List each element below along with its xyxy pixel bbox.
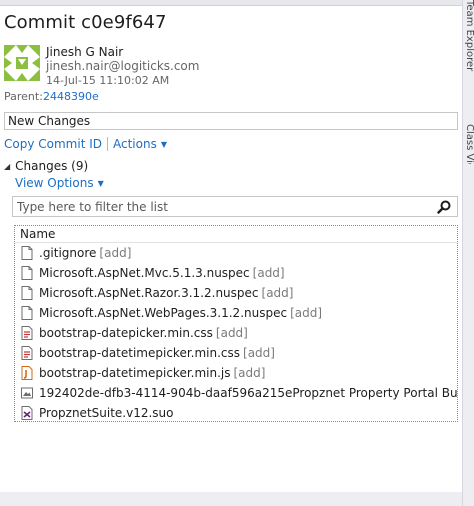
file-icon [21,306,33,320]
image-file-icon [21,386,33,400]
copy-commit-id-link[interactable]: Copy Commit ID [4,137,102,151]
change-type-tag: [add] [243,346,275,360]
actions-separator [107,137,108,151]
file-icon [21,246,33,260]
file-name: bootstrap-datepicker.min.css [39,326,213,340]
commit-message-field[interactable]: New Changes [4,112,458,130]
file-row[interactable]: PropznetSuite.v12.suo [15,403,457,423]
actions-menu-link[interactable]: Actions ▼ [113,137,167,151]
author-email: jinesh.nair@logiticks.com [46,59,200,73]
column-header-name[interactable]: Name [15,226,457,243]
view-options-menu[interactable]: View Options ▼ [15,176,104,190]
file-name: 192402de-dfb3-4114-904b-daaf596a215eProp… [39,386,457,400]
file-row[interactable]: bootstrap-datepicker.min.css [add] [15,323,457,343]
chevron-down-icon: ▼ [97,178,104,188]
css-file-icon [21,326,33,340]
page-title: Commit c0e9f647 [4,12,167,33]
file-name: Microsoft.AspNet.Mvc.5.1.3.nuspec [39,266,250,280]
change-type-tag: [add] [99,246,132,260]
collapse-triangle-icon[interactable]: ◢ [4,162,10,171]
author-name: Jinesh G Nair [46,45,124,59]
changes-count-label: Changes (9) [15,159,89,173]
change-type-tag: [add] [261,286,294,300]
file-name: Microsoft.AspNet.WebPages.3.1.2.nuspec [39,306,288,320]
file-name: Microsoft.AspNet.Razor.3.1.2.nuspec [39,286,259,300]
commit-date: 14-Jul-15 11:10:02 AM [46,74,170,87]
changed-files-list[interactable]: Name .gitignore [add] Microsoft.AspNet.Mvc… [14,225,458,422]
change-type-tag: [add] [215,326,248,340]
file-icon [21,286,33,300]
avatar [4,45,40,81]
file-row[interactable]: .gitignore [add] [15,243,457,263]
file-rows: .gitignore [add] Microsoft.AspNet.Mvc.5.1.… [15,243,457,423]
file-row[interactable]: Microsoft.AspNet.Mvc.5.1.3.nuspec [add] [15,263,457,283]
file-row[interactable]: bootstrap-datetimepicker.min.css [add] [15,343,457,363]
file-name: PropznetSuite.v12.suo [39,406,174,420]
file-row[interactable]: Microsoft.AspNet.WebPages.3.1.2.nuspec [a… [15,303,457,323]
file-row[interactable]: 192402de-dfb3-4114-904b-daaf596a215eProp… [15,383,457,403]
commit-actions-bar: Copy Commit ID Actions ▼ [4,136,167,152]
change-type-tag: [add] [290,306,323,320]
file-row[interactable]: Microsoft.AspNet.Razor.3.1.2.nuspec [add] [15,283,457,303]
side-tab-team-explorer[interactable]: Team Explorer [464,0,474,120]
css-file-icon [21,346,33,360]
filter-box [12,196,458,217]
filter-input[interactable] [13,197,413,216]
bottom-gutter [0,492,474,506]
side-tab-class-view[interactable]: Class View [464,124,474,164]
change-type-tag: [add] [252,266,285,280]
view-options-label: View Options [15,176,94,190]
parent-label: Parent: [4,90,43,103]
file-name: bootstrap-datetimepicker.min.css [39,346,241,360]
actions-menu-label: Actions [113,137,157,151]
suo-file-icon [21,406,33,420]
search-icon[interactable] [437,200,451,214]
js-file-icon [21,366,33,380]
parent-commit-link[interactable]: 2448390e [43,90,99,103]
change-type-tag: [add] [233,366,266,380]
file-name: bootstrap-datetimepicker.min.js [39,366,231,380]
chevron-down-icon: ▼ [160,140,167,149]
file-name: .gitignore [39,246,97,260]
changes-section-header[interactable]: ◢ Changes (9) [4,159,88,173]
file-row[interactable]: bootstrap-datetimepicker.min.js [add] [15,363,457,383]
side-tab-rail: Team Explorer Class View [462,0,474,506]
file-icon [21,266,33,280]
